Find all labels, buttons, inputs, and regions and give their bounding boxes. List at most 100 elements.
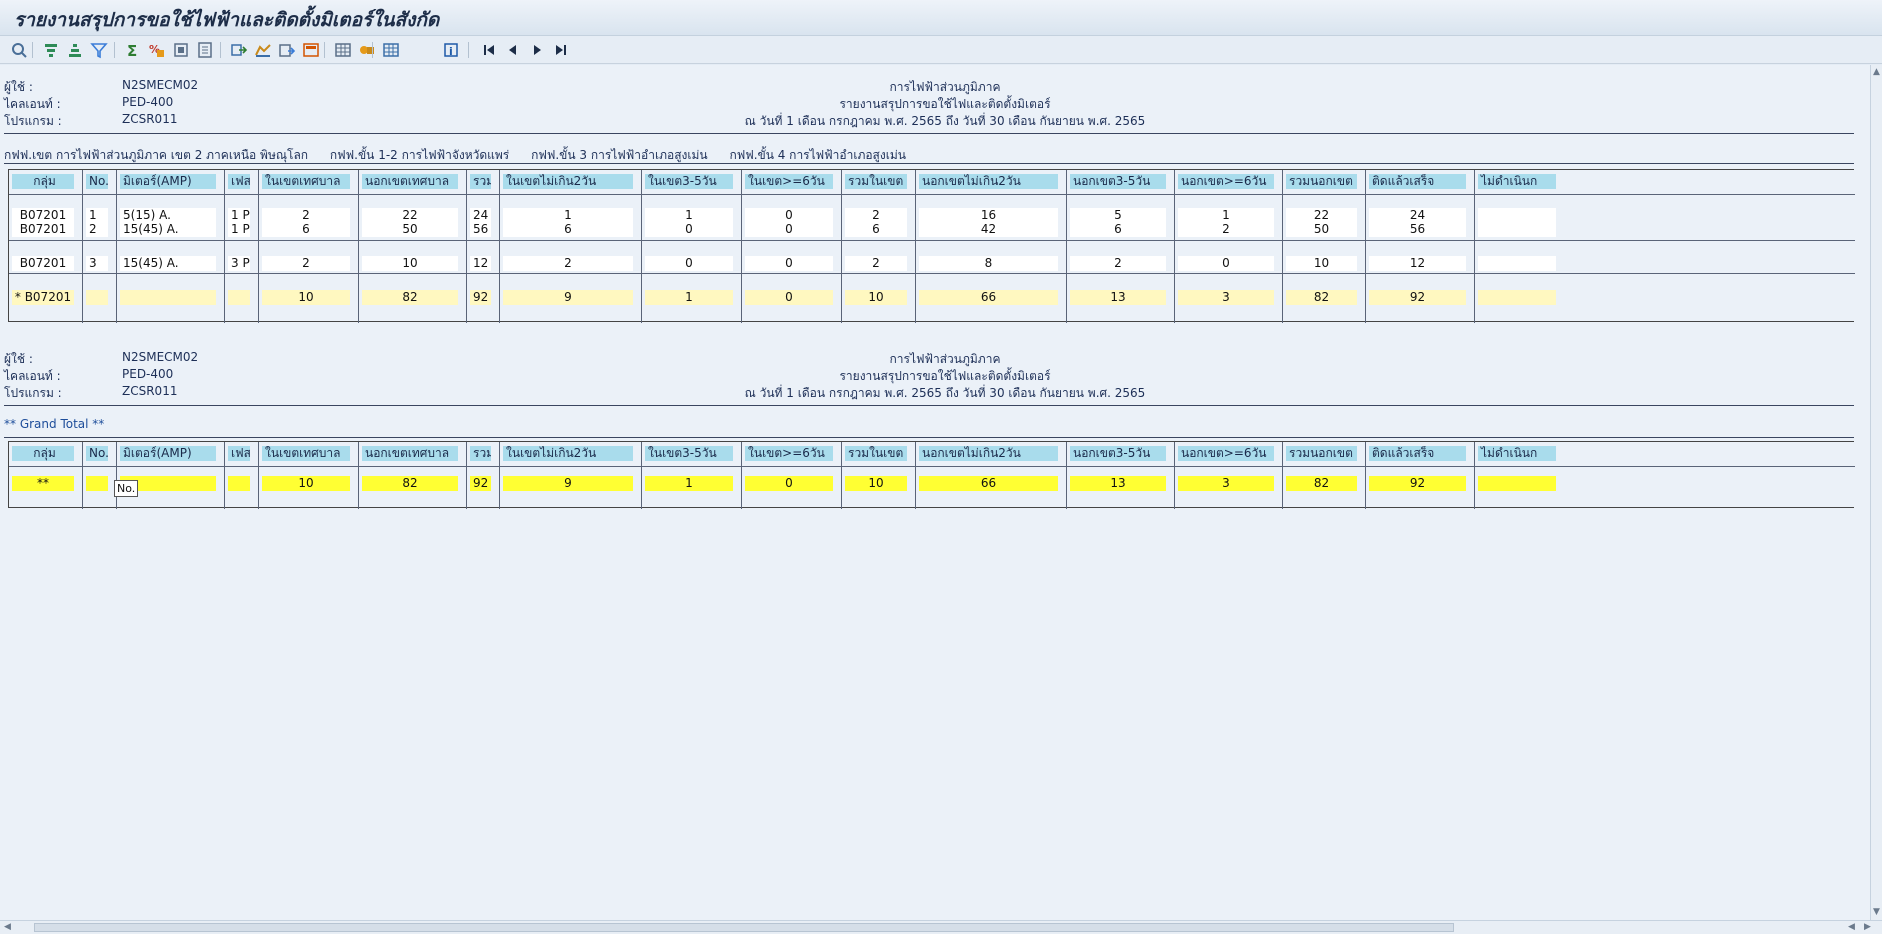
table-row-cell[interactable]: 1 bbox=[645, 208, 733, 223]
scroll-up-icon[interactable]: ▲ bbox=[1873, 67, 1880, 77]
table-row-cell[interactable]: 56 bbox=[470, 222, 491, 237]
subtotal-row-cell[interactable] bbox=[86, 290, 108, 305]
subtotal-row-cell[interactable] bbox=[228, 290, 250, 305]
table-row-cell[interactable]: 5 bbox=[1070, 208, 1166, 223]
grand-total-row-cell[interactable]: 0 bbox=[745, 476, 833, 491]
grand-total-row-cell[interactable]: 13 bbox=[1070, 476, 1166, 491]
column-header[interactable]: ในเขตเทศบาล bbox=[262, 446, 350, 461]
select-layout-icon[interactable] bbox=[382, 41, 400, 59]
next-page-icon[interactable] bbox=[528, 41, 546, 59]
horizontal-scrollbar[interactable]: ◀ ◀ ▶ bbox=[0, 920, 1882, 934]
column-header[interactable]: ไม่ดำเนินก bbox=[1478, 174, 1556, 189]
table-row-cell[interactable] bbox=[1478, 256, 1556, 271]
table-row-cell[interactable]: 0 bbox=[745, 222, 833, 237]
table-row-cell[interactable]: 2 bbox=[262, 208, 350, 223]
local-file-icon[interactable] bbox=[254, 41, 272, 59]
table-row-cell[interactable]: 2 bbox=[503, 256, 633, 271]
table-row-cell[interactable]: 2 bbox=[1070, 256, 1166, 271]
graphic-icon[interactable] bbox=[302, 41, 320, 59]
column-header[interactable]: ในเขต>=6วัน bbox=[745, 446, 833, 461]
column-header[interactable]: ไม่ดำเนินก bbox=[1478, 446, 1556, 461]
column-header[interactable]: รวมนอกเขต bbox=[1286, 174, 1357, 189]
previous-page-icon[interactable] bbox=[504, 41, 522, 59]
table-row-cell[interactable]: 2 bbox=[845, 208, 907, 223]
column-header[interactable]: ในเขตเทศบาล bbox=[262, 174, 350, 189]
subtotal-row-cell[interactable]: 82 bbox=[362, 290, 458, 305]
subtotal-icon[interactable]: % bbox=[148, 41, 166, 59]
column-header[interactable]: นอกเขต3-5วัน bbox=[1070, 446, 1166, 461]
column-header[interactable]: เฟส bbox=[228, 446, 250, 461]
change-layout-icon[interactable] bbox=[358, 41, 376, 59]
table-row-cell[interactable]: 24 bbox=[1369, 208, 1466, 223]
column-header[interactable]: ในเขตไม่เกิน2วัน bbox=[503, 446, 633, 461]
last-page-icon[interactable] bbox=[552, 41, 570, 59]
table-row-cell[interactable]: 15(45) A. bbox=[120, 222, 216, 237]
table-row-cell[interactable]: 1 P bbox=[228, 222, 250, 237]
table-row-cell[interactable]: 16 bbox=[919, 208, 1058, 223]
table-row-cell[interactable]: 15(45) A. bbox=[120, 256, 216, 271]
column-header[interactable]: นอกเขตไม่เกิน2วัน bbox=[919, 174, 1058, 189]
table-row-cell[interactable]: 1 bbox=[86, 208, 108, 223]
scroll-right-icon[interactable]: ▶ bbox=[1864, 922, 1871, 932]
grand-total-row-cell[interactable]: 9 bbox=[503, 476, 633, 491]
table-row-cell[interactable]: 24 bbox=[470, 208, 491, 223]
table-row-cell[interactable]: 10 bbox=[362, 256, 458, 271]
table-row-cell[interactable]: 1 bbox=[503, 208, 633, 223]
subtotal-row-cell[interactable]: 13 bbox=[1070, 290, 1166, 305]
table-row-cell[interactable]: B07201 bbox=[12, 256, 74, 271]
column-header[interactable]: นอกเขตไม่เกิน2วัน bbox=[919, 446, 1058, 461]
table-row-cell[interactable]: 6 bbox=[845, 222, 907, 237]
subtotal-row-cell[interactable]: 10 bbox=[262, 290, 350, 305]
table-row-cell[interactable] bbox=[1478, 222, 1556, 237]
table-row-cell[interactable]: 6 bbox=[1070, 222, 1166, 237]
column-header[interactable]: ในเขต>=6วัน bbox=[745, 174, 833, 189]
column-header[interactable]: ติดแล้วเสร็จ bbox=[1369, 446, 1466, 461]
table-row-cell[interactable]: 0 bbox=[1178, 256, 1274, 271]
grand-total-row-cell[interactable]: 92 bbox=[1369, 476, 1466, 491]
subtotal-row-cell[interactable]: 10 bbox=[845, 290, 907, 305]
table-row-cell[interactable]: 2 bbox=[845, 256, 907, 271]
table-row-cell[interactable]: 6 bbox=[262, 222, 350, 237]
column-header[interactable]: No. bbox=[86, 174, 108, 189]
grand-total-row-cell[interactable]: 10 bbox=[845, 476, 907, 491]
grand-total-row-cell[interactable] bbox=[228, 476, 250, 491]
first-page-icon[interactable] bbox=[480, 41, 498, 59]
subtotal-row-cell[interactable]: 66 bbox=[919, 290, 1058, 305]
scroll-left-end-icon[interactable]: ◀ bbox=[1848, 922, 1855, 932]
sum-icon[interactable]: Σ bbox=[124, 41, 142, 59]
column-header[interactable]: ติดแล้วเสร็จ bbox=[1369, 174, 1466, 189]
subtotal-row-cell[interactable]: * B07201 bbox=[12, 290, 74, 305]
column-header[interactable]: กลุ่ม bbox=[12, 446, 74, 461]
table-row-cell[interactable] bbox=[1478, 208, 1556, 223]
column-header[interactable]: รวม bbox=[470, 174, 491, 189]
table-row-cell[interactable]: 2 bbox=[262, 256, 350, 271]
subtotal-row-cell[interactable] bbox=[1478, 290, 1556, 305]
table-row-cell[interactable]: 0 bbox=[645, 256, 733, 271]
table-row-cell[interactable]: 22 bbox=[1286, 208, 1357, 223]
details-icon[interactable] bbox=[10, 41, 28, 59]
table-row-cell[interactable]: 12 bbox=[470, 256, 491, 271]
export-icon[interactable] bbox=[196, 41, 214, 59]
send-icon[interactable] bbox=[230, 41, 248, 59]
column-header[interactable]: กลุ่ม bbox=[12, 174, 74, 189]
grand-total-row-cell[interactable]: 82 bbox=[362, 476, 458, 491]
grand-total-row-cell[interactable]: 82 bbox=[1286, 476, 1357, 491]
scroll-left-icon[interactable]: ◀ bbox=[4, 922, 11, 932]
grand-total-row-cell[interactable]: 92 bbox=[470, 476, 491, 491]
grand-total-row-cell[interactable] bbox=[86, 476, 108, 491]
table-row-cell[interactable]: 22 bbox=[362, 208, 458, 223]
column-header[interactable]: รวมในเขต bbox=[845, 446, 907, 461]
table-row-cell[interactable]: B07201 bbox=[12, 222, 74, 237]
subtotal-row-cell[interactable]: 3 bbox=[1178, 290, 1274, 305]
table-row-cell[interactable]: 3 P bbox=[228, 256, 250, 271]
table-row-cell[interactable]: 56 bbox=[1369, 222, 1466, 237]
subtotal-row-cell[interactable]: 1 bbox=[645, 290, 733, 305]
table-row-cell[interactable]: 0 bbox=[745, 256, 833, 271]
filter-icon[interactable] bbox=[90, 41, 108, 59]
column-header[interactable]: รวมในเขต bbox=[845, 174, 907, 189]
table-row-cell[interactable]: B07201 bbox=[12, 208, 74, 223]
table-row-cell[interactable]: 2 bbox=[86, 222, 108, 237]
column-header[interactable]: นอกเขต>=6วัน bbox=[1178, 446, 1274, 461]
table-row-cell[interactable]: 10 bbox=[1286, 256, 1357, 271]
column-header[interactable]: นอกเขต>=6วัน bbox=[1178, 174, 1274, 189]
